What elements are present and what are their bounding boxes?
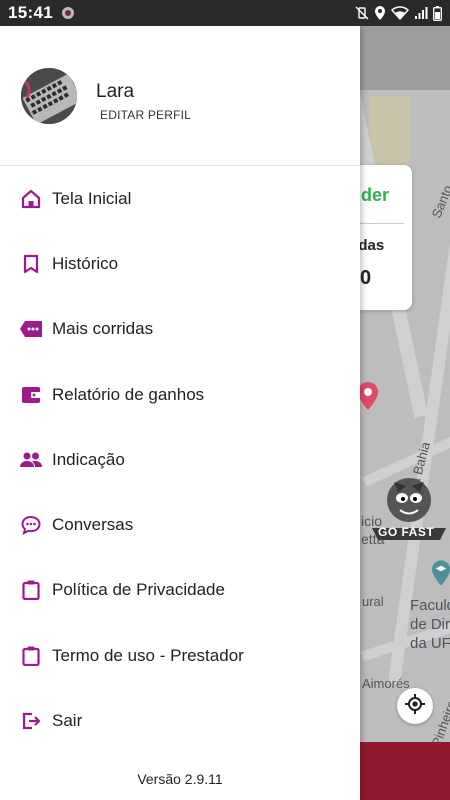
menu-item-termo-de-uso[interactable]: Termo de uso - Prestador	[0, 623, 360, 688]
edit-profile-link[interactable]: EDITAR PERFIL	[100, 108, 191, 122]
vibrate-mute-icon	[355, 6, 369, 20]
clipboard-icon	[20, 645, 42, 667]
map-pin-icon[interactable]	[358, 382, 378, 415]
status-bar: 15:41	[0, 0, 450, 26]
menu-item-sair[interactable]: Sair	[0, 688, 360, 753]
chat-icon	[20, 514, 42, 536]
battery-icon	[433, 5, 442, 21]
notification-app-icon	[61, 6, 75, 20]
menu-item-label: Conversas	[52, 515, 134, 535]
menu-item-mais-corridas[interactable]: Mais corridas	[0, 297, 360, 362]
street-label: Aimorés	[362, 676, 410, 691]
navigation-drawer: Lara EDITAR PERFIL Tela Inicial Históric…	[0, 26, 360, 800]
menu-item-label: Política de Privacidade	[52, 580, 225, 600]
wallet-icon	[20, 384, 42, 406]
menu-item-historico[interactable]: Histórico	[0, 231, 360, 296]
exit-icon	[20, 710, 42, 732]
map-block	[370, 96, 410, 176]
school-pin-icon[interactable]	[432, 560, 450, 591]
location-icon	[374, 6, 386, 20]
status-icons	[355, 5, 442, 21]
status-card-count: 0	[360, 267, 372, 289]
avatar[interactable]	[21, 68, 77, 124]
menu-item-label: Termo de uso - Prestador	[52, 645, 244, 665]
menu-item-label: Tela Inicial	[52, 188, 132, 208]
street-label: ural	[362, 594, 384, 609]
menu-item-relatorio-de-ganhos[interactable]: Relatório de ganhos	[0, 362, 360, 427]
bookmark-icon	[20, 253, 42, 275]
profile-header: Lara EDITAR PERFIL	[0, 26, 360, 166]
street-label: Santo	[428, 182, 450, 221]
mascot-text: GO FAST	[378, 525, 435, 539]
home-icon	[20, 188, 42, 210]
menu-item-politica-de-privacidade[interactable]: Política de Privacidade	[0, 558, 360, 623]
app-version: Versão 2.9.11	[137, 771, 223, 787]
people-icon	[20, 449, 42, 471]
menu-item-conversas[interactable]: Conversas	[0, 492, 360, 557]
menu-item-indicacao[interactable]: Indicação	[0, 427, 360, 492]
drawer-menu: Tela Inicial Histórico Mais corridas Rel…	[0, 166, 360, 754]
wifi-icon	[391, 6, 409, 20]
menu-item-label: Sair	[52, 711, 83, 731]
menu-item-label: Mais corridas	[52, 319, 154, 339]
status-time: 15:41	[8, 3, 53, 22]
signal-icon	[414, 6, 428, 20]
menu-item-label: Indicação	[52, 449, 125, 469]
menu-item-label: Histórico	[52, 253, 119, 273]
menu-item-label: Relatório de ganhos	[52, 384, 205, 404]
my-location-button[interactable]	[397, 688, 433, 724]
more-rides-tag-icon	[20, 318, 42, 340]
profile-name: Lara	[96, 81, 135, 102]
go-fast-mascot-logo: GO FAST	[368, 466, 450, 548]
crosshair-icon	[404, 693, 426, 720]
menu-item-tela-inicial[interactable]: Tela Inicial	[0, 166, 360, 231]
clipboard-icon	[20, 579, 42, 601]
poi-label-faculdade: Faculd de Dir da UF	[410, 597, 450, 652]
